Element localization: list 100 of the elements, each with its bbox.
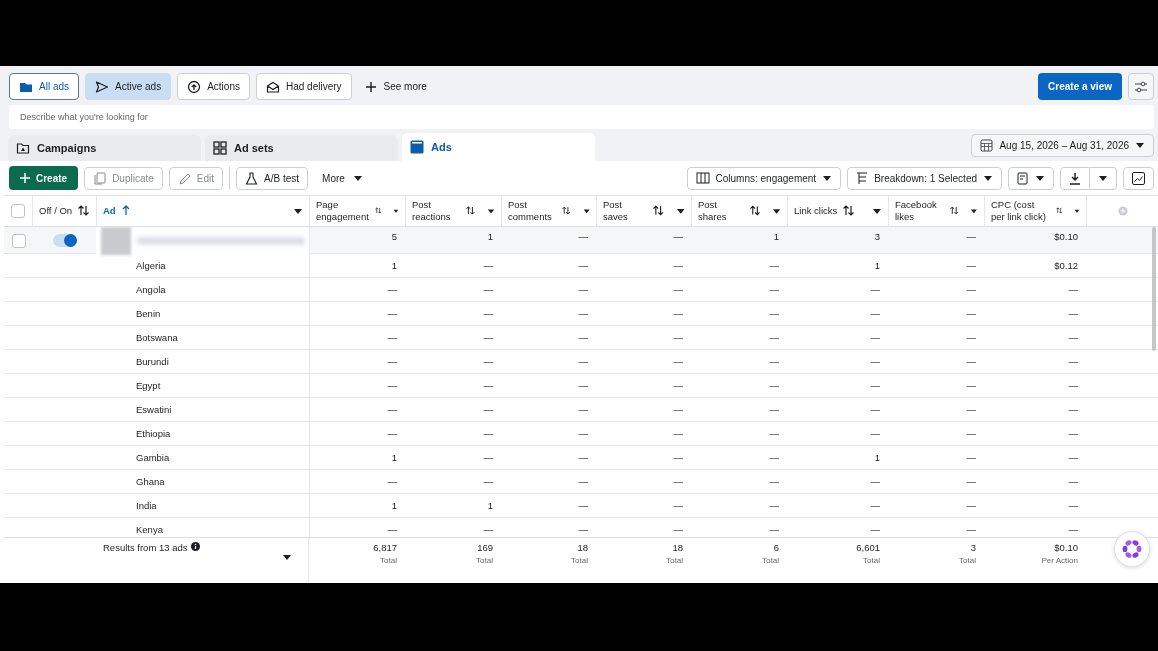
caret-icon — [970, 206, 978, 215]
table-cell-text: — — [672, 498, 684, 513]
table-cell-text: — — [965, 378, 977, 393]
table-cell-text: — — [869, 306, 881, 321]
table-cell-text: $0.12 — [1053, 258, 1079, 273]
column-header[interactable]: Post comments — [501, 196, 596, 226]
table-cell-text: — — [869, 354, 881, 369]
column-header[interactable]: Link clicks — [787, 196, 888, 226]
settings-button[interactable] — [1128, 73, 1154, 100]
table-cell-text: — — [869, 426, 881, 441]
export-menu-button[interactable] — [1090, 166, 1117, 190]
tab[interactable]: Ad sets — [205, 135, 398, 161]
table-cell-text: — — [482, 282, 494, 297]
ad-square-icon — [410, 140, 424, 154]
table-cell-text: — — [482, 474, 494, 489]
chart-button[interactable] — [1123, 166, 1154, 190]
column-header[interactable]: Post saves — [596, 196, 691, 226]
sort-icon — [1055, 205, 1063, 217]
table-cell-text: — — [965, 474, 977, 489]
table-cell-text: — — [577, 354, 589, 369]
total-value: 6,817 — [373, 542, 397, 554]
toggle-switch[interactable] — [52, 234, 77, 248]
send-icon — [95, 79, 109, 94]
column-header[interactable]: Ad — [96, 196, 309, 226]
reports-button[interactable] — [1008, 166, 1054, 190]
table-cell-text: — — [965, 402, 977, 417]
table-cell-text: 1 — [486, 229, 494, 244]
results-summary: Results from 13 ads — [103, 542, 188, 554]
table-cell-text: — — [577, 378, 589, 393]
country-name: Ghana — [135, 474, 166, 489]
total-value: $0.10 — [1054, 542, 1078, 554]
table-cell-text: — — [672, 229, 684, 244]
table-cell-text: — — [577, 474, 589, 489]
table-cell-text: — — [869, 522, 881, 537]
envelope-icon — [265, 79, 280, 94]
table-cell-text: — — [482, 258, 494, 273]
table-cell: 5 — [309, 226, 405, 255]
more-button[interactable]: More — [314, 172, 371, 184]
table-cell-text: — — [965, 330, 977, 345]
table-cell-text: — — [577, 498, 589, 513]
table-cell-text: — — [1067, 474, 1079, 489]
country-name: India — [135, 498, 158, 513]
table-cell-text: — — [965, 426, 977, 441]
filter-chip[interactable]: All ads — [9, 73, 79, 100]
breakdown-icon — [856, 171, 869, 185]
filter-chip[interactable]: Had delivery — [255, 73, 352, 100]
column-header[interactable]: Post shares — [691, 196, 787, 226]
columns-button[interactable]: Columns: engagement — [686, 166, 842, 190]
checkbox[interactable] — [11, 203, 25, 218]
table-cell: — — [309, 517, 405, 538]
search-field[interactable]: Describe what you're looking for — [9, 105, 1154, 129]
total-value: 6,601 — [856, 542, 880, 554]
total-label: Per Action — [1041, 556, 1078, 566]
export-button[interactable] — [1060, 166, 1090, 190]
create-button[interactable]: Create — [9, 166, 79, 190]
table-cell-text: — — [672, 450, 684, 465]
tab[interactable]: Ads — [402, 133, 595, 161]
table-cell-text: — — [1067, 306, 1079, 321]
filter-chip[interactable]: Actions — [177, 73, 250, 100]
sliders-icon — [1134, 80, 1148, 93]
table-cell-text: — — [768, 258, 780, 273]
caret-icon — [675, 206, 685, 215]
column-header[interactable]: CPC (cost per link click) — [984, 196, 1086, 226]
table-cell-text: — — [1067, 522, 1079, 537]
see-more-button[interactable]: See more — [357, 81, 435, 92]
column-header[interactable]: Facebook likes — [888, 196, 984, 226]
table-cell-text: — — [577, 258, 589, 273]
column-header[interactable]: Page engagement — [309, 196, 405, 226]
caret-icon — [822, 174, 833, 182]
breakdown-button[interactable]: Breakdown: 1 Selected — [847, 166, 1002, 190]
table-cell-text: — — [869, 402, 881, 417]
total-value: 6 — [773, 542, 779, 554]
create-view-button[interactable]: Create a view — [1038, 73, 1122, 100]
table-cell: 1 — [309, 445, 405, 469]
spinner-icon — [1121, 538, 1143, 560]
column-header[interactable]: Post reactions — [405, 196, 501, 226]
scrollbar[interactable] — [1152, 227, 1156, 351]
table-cell: — — [309, 349, 405, 373]
column-header[interactable]: Off / On — [32, 196, 96, 226]
copy-icon — [93, 171, 107, 185]
total-label: Total — [380, 556, 397, 566]
total-value: 3 — [970, 542, 976, 554]
table-cell-text: — — [672, 474, 684, 489]
caret-icon — [983, 174, 993, 182]
tab[interactable]: Campaigns — [8, 135, 201, 161]
table-cell-text: — — [577, 426, 589, 441]
ab-test-button[interactable]: A/B test — [236, 166, 309, 190]
table-cell-text: — — [768, 498, 780, 513]
table-cell-text: — — [672, 378, 684, 393]
table-cell-text: 1 — [873, 258, 881, 273]
table-cell-text: — — [768, 402, 780, 417]
ad-row[interactable]: 5 1 — — 1 3 — $0.10 — [4, 226, 1158, 254]
table-cell-text: — — [482, 402, 494, 417]
sort-icon — [949, 205, 959, 217]
filter-chip[interactable]: Active ads — [85, 73, 172, 100]
checkbox[interactable] — [11, 233, 26, 248]
table-cell: — — [309, 421, 405, 445]
table-cell-text: — — [965, 282, 977, 297]
date-range-picker[interactable]: Aug 15, 2026 – Aug 31, 2026 — [971, 133, 1154, 157]
total-label: Total — [666, 556, 683, 566]
